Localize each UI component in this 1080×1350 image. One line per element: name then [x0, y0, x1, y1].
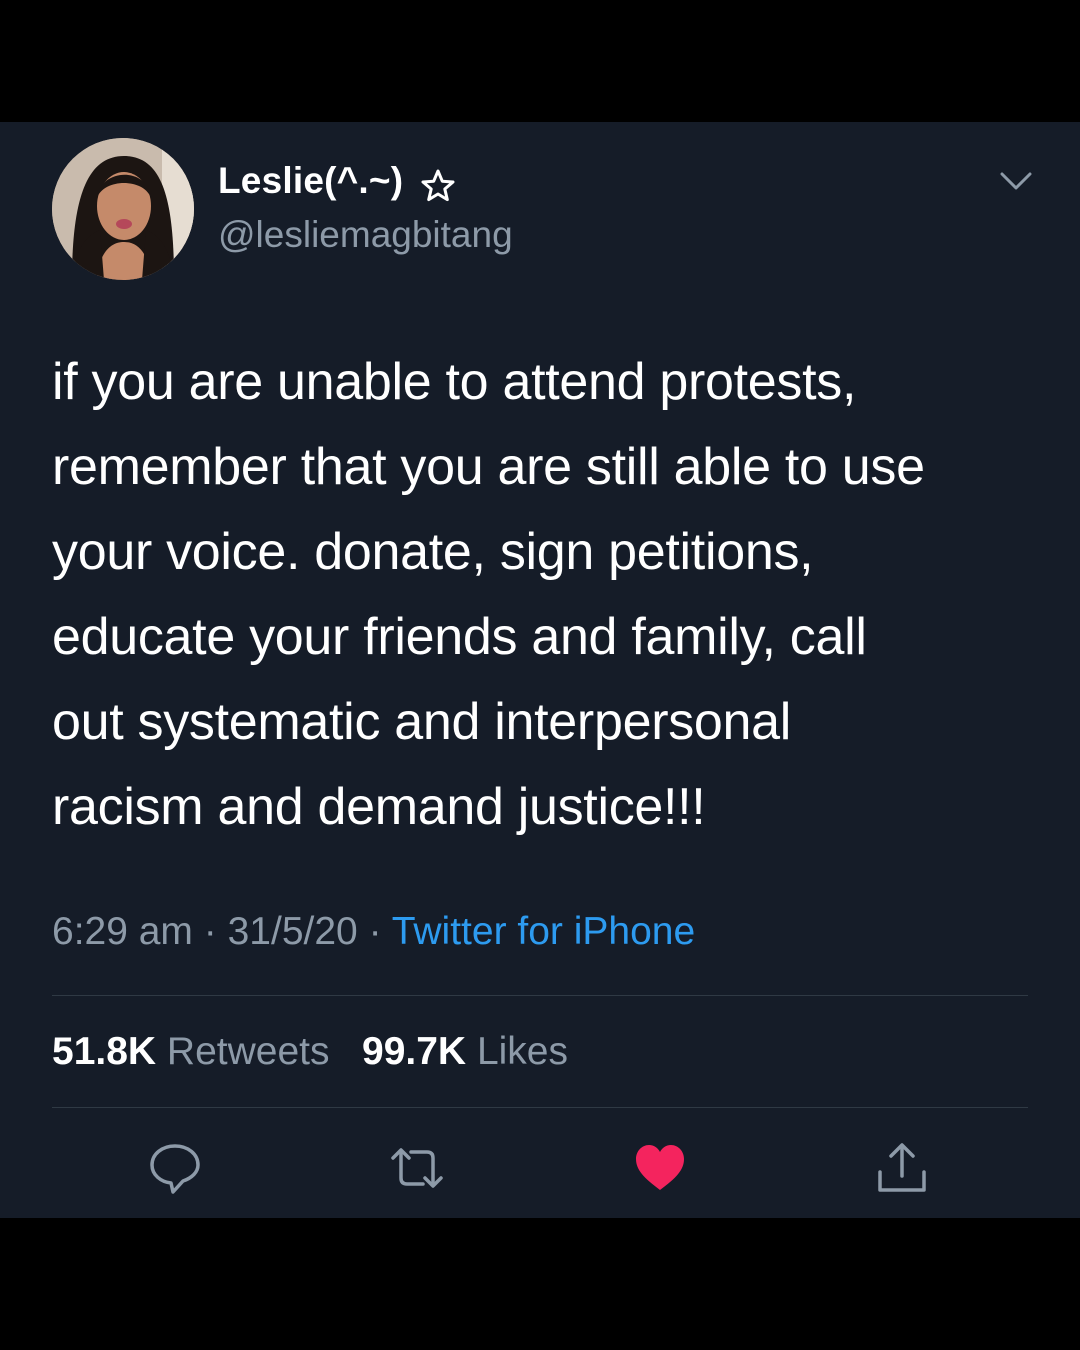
avatar-photo — [52, 138, 194, 280]
tweet-meta: 6:29 am · 31/5/20 · Twitter for iPhone — [52, 910, 695, 954]
star-outline-icon — [421, 169, 455, 202]
likes-count: 99.7K — [362, 1030, 467, 1073]
tweet-text-line: if you are unable to attend protests, — [52, 353, 857, 411]
likes-label: Likes — [476, 1030, 568, 1073]
tweet-time: 6:29 am — [52, 910, 193, 953]
retweets-label: Retweets — [166, 1030, 330, 1073]
meta-separator: · — [368, 910, 382, 953]
tweet-text-line: racism and demand justice!!! — [52, 778, 706, 836]
tweet-text-line: your voice. donate, sign petitions, — [52, 523, 814, 581]
tweet-stats: 51.8K Retweets 99.7K Likes — [52, 1030, 568, 1074]
tweet-text-line: out systematic and interpersonal — [52, 693, 792, 751]
meta-separator: · — [203, 910, 217, 953]
tweet-date: 31/5/20 — [227, 910, 358, 953]
divider — [52, 1107, 1028, 1108]
likes-stat[interactable]: 99.7K Likes — [362, 1030, 568, 1073]
retweets-count: 51.8K — [52, 1030, 157, 1073]
chevron-down-icon[interactable] — [996, 166, 1036, 196]
tweet-text-line: educate your friends and family, call — [52, 608, 867, 666]
reply-bubble-icon — [150, 1144, 200, 1194]
avatar[interactable] — [52, 138, 194, 280]
share-icon — [878, 1143, 926, 1192]
tweet-text: if you are unable to attend protests, re… — [52, 340, 1042, 850]
retweets-stat[interactable]: 51.8K Retweets — [52, 1030, 340, 1073]
reply-button[interactable] — [147, 1140, 203, 1196]
retweet-button[interactable] — [389, 1140, 445, 1196]
share-button[interactable] — [874, 1140, 930, 1196]
tweet-text-line: remember that you are still able to use — [52, 438, 925, 496]
author-handle[interactable]: @lesliemagbitang — [218, 214, 513, 256]
heart-icon — [636, 1145, 684, 1190]
tweet-source-link[interactable]: Twitter for iPhone — [392, 910, 695, 953]
tweet-card: Leslie(^.~) @lesliemagbitang if you are … — [0, 122, 1080, 1218]
like-button[interactable] — [632, 1140, 688, 1196]
divider — [52, 995, 1028, 996]
display-name[interactable]: Leslie(^.~) — [218, 160, 403, 202]
retweet-icon — [391, 1148, 443, 1188]
